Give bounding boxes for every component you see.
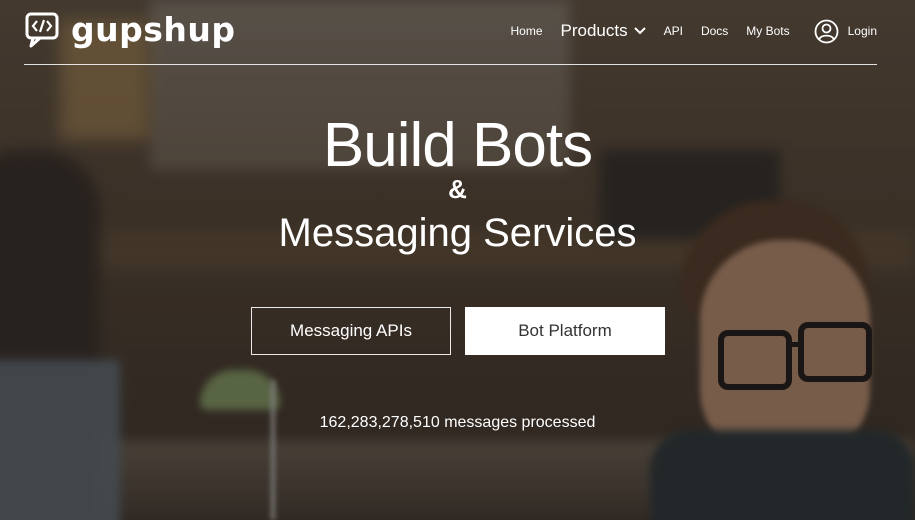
user-icon [814, 19, 839, 43]
brand-name: gupshup [71, 10, 236, 49]
nav-products-label: Products [560, 21, 628, 40]
nav-products-dropdown[interactable]: Products [561, 21, 646, 41]
bot-platform-button[interactable]: Bot Platform [465, 307, 665, 355]
login-label: Login [847, 24, 877, 38]
main-nav: Home Products API Docs My Bots Login [492, 14, 877, 48]
chevron-down-icon [633, 27, 646, 35]
login-link[interactable]: Login [814, 19, 877, 44]
nav-docs[interactable]: Docs [701, 24, 728, 38]
header-divider [24, 64, 877, 65]
hero-ampersand: & [448, 174, 467, 204]
site-header: gupshup Home Products API Docs My Bots L… [0, 0, 915, 65]
messages-processed-counter: 162,283,278,510 messages processed [319, 414, 596, 431]
hero-background-image [0, 0, 915, 520]
hero-title-line2: Messaging Services [278, 211, 637, 255]
nav-home[interactable]: Home [510, 24, 542, 38]
nav-my-bots[interactable]: My Bots [746, 24, 789, 38]
brand-logo[interactable]: gupshup [25, 10, 236, 50]
code-chat-bubble-icon [25, 12, 59, 48]
nav-api[interactable]: API [664, 24, 683, 38]
messaging-apis-button[interactable]: Messaging APIs [251, 307, 451, 355]
